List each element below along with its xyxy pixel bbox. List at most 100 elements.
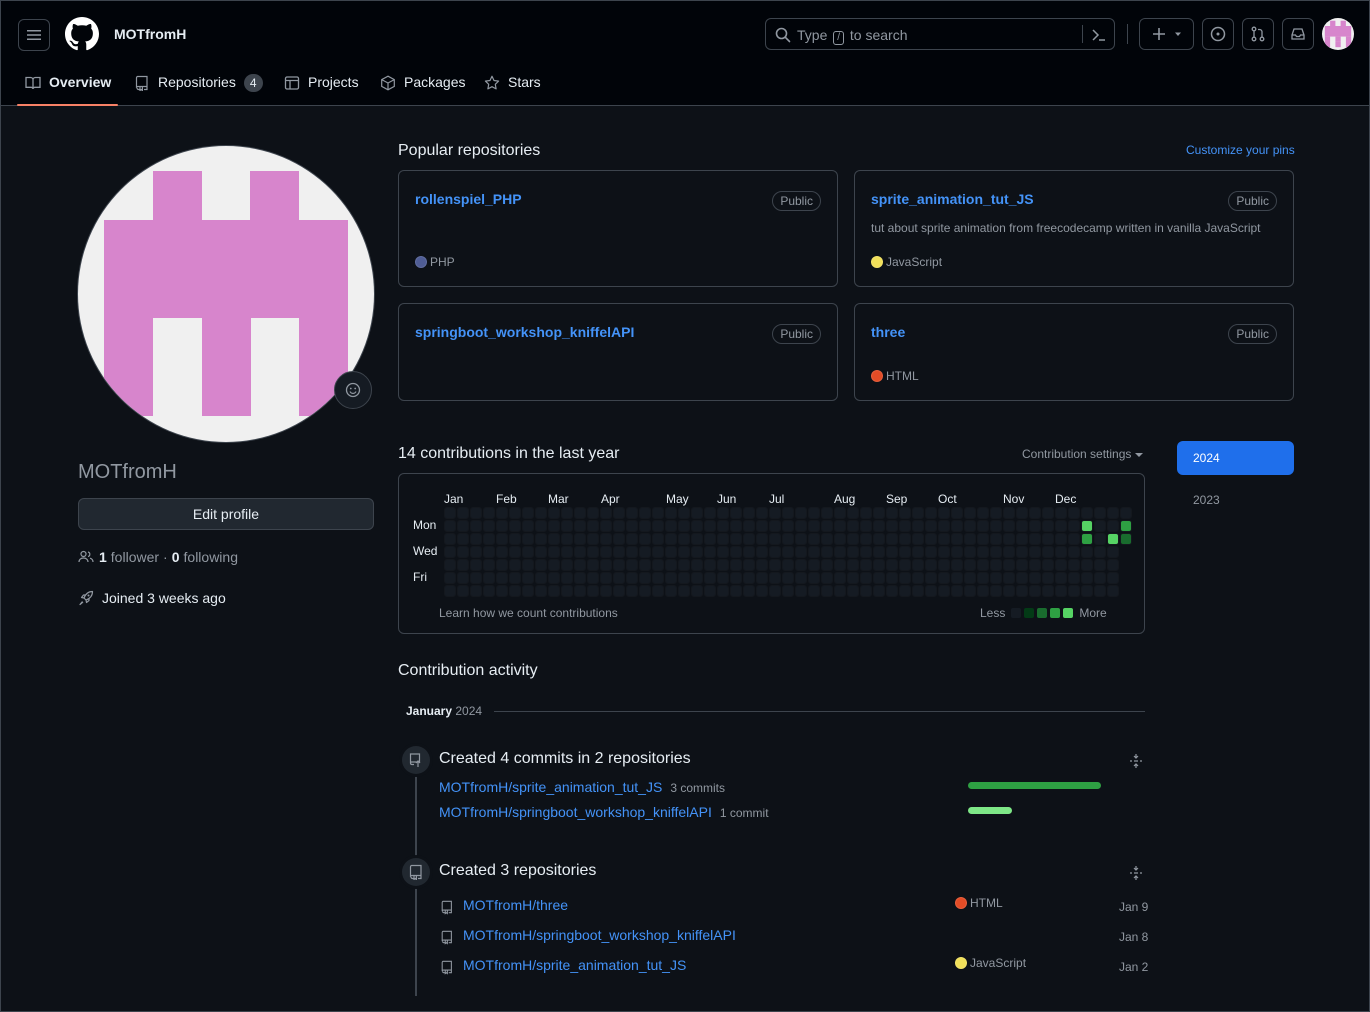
contribution-day-cell[interactable] [510, 534, 520, 544]
tab-packages[interactable]: Packages [380, 65, 465, 105]
contribution-day-cell[interactable] [1082, 508, 1092, 518]
contribution-day-cell[interactable] [978, 521, 988, 531]
contribution-day-cell[interactable] [939, 560, 949, 570]
contribution-day-cell[interactable] [1056, 508, 1066, 518]
contribution-day-cell[interactable] [1095, 573, 1105, 583]
contribution-day-cell[interactable] [445, 547, 455, 557]
contribution-day-cell[interactable] [1069, 521, 1079, 531]
contribution-day-cell[interactable] [536, 586, 546, 596]
contribution-day-cell[interactable] [497, 521, 507, 531]
contribution-day-cell[interactable] [549, 508, 559, 518]
created-repo-link[interactable]: MOTfromH/sprite_animation_tut_JS [463, 957, 686, 973]
contribution-day-cell[interactable] [705, 560, 715, 570]
contribution-day-cell[interactable] [783, 560, 793, 570]
contribution-day-cell[interactable] [666, 508, 676, 518]
contribution-day-cell[interactable] [887, 508, 897, 518]
contribution-day-cell[interactable] [718, 573, 728, 583]
contribution-day-cell[interactable] [705, 508, 715, 518]
contribution-day-cell[interactable] [1004, 534, 1014, 544]
issues-button[interactable] [1202, 18, 1234, 50]
contribution-day-cell[interactable] [991, 560, 1001, 570]
contribution-day-cell[interactable] [783, 508, 793, 518]
contribution-day-cell[interactable] [601, 586, 611, 596]
contribution-day-cell[interactable] [1043, 547, 1053, 557]
commit-count-link[interactable]: 3 commits [670, 781, 725, 795]
menu-button[interactable] [18, 19, 50, 51]
contribution-day-cell[interactable] [471, 508, 481, 518]
contribution-day-cell[interactable] [1056, 573, 1066, 583]
contribution-day-cell[interactable] [783, 586, 793, 596]
contribution-day-cell[interactable] [614, 534, 624, 544]
contribution-day-cell[interactable] [744, 573, 754, 583]
contribution-day-cell[interactable] [926, 534, 936, 544]
contribution-day-cell[interactable] [471, 586, 481, 596]
contribution-day-cell[interactable] [991, 534, 1001, 544]
contribution-day-cell[interactable] [952, 534, 962, 544]
contribution-day-cell[interactable] [640, 534, 650, 544]
contribution-day-cell[interactable] [458, 547, 468, 557]
contribution-day-cell[interactable] [744, 508, 754, 518]
contribution-day-cell[interactable] [575, 586, 585, 596]
contribution-day-cell[interactable] [640, 573, 650, 583]
contribution-day-cell[interactable] [757, 521, 767, 531]
contribution-day-cell[interactable] [1069, 547, 1079, 557]
contribution-day-cell[interactable] [978, 560, 988, 570]
contribution-day-cell[interactable] [1108, 573, 1118, 583]
contribution-day-cell[interactable] [770, 586, 780, 596]
contribution-day-cell[interactable] [523, 534, 533, 544]
contribution-day-cell[interactable] [1030, 547, 1040, 557]
contribution-day-cell[interactable] [601, 508, 611, 518]
contribution-day-cell[interactable] [1069, 534, 1079, 544]
contribution-day-cell[interactable] [874, 573, 884, 583]
contribution-day-cell[interactable] [809, 547, 819, 557]
contribution-day-cell[interactable] [523, 521, 533, 531]
contribution-day-cell[interactable] [575, 560, 585, 570]
pinned-repo-name[interactable]: rollenspiel_PHP [415, 191, 522, 207]
tab-overview[interactable]: Overview [17, 65, 118, 106]
contribution-day-cell[interactable] [1056, 534, 1066, 544]
contribution-day-cell[interactable] [549, 521, 559, 531]
contribution-day-cell[interactable] [1095, 586, 1105, 596]
set-status-button[interactable] [334, 371, 372, 409]
contribution-day-cell[interactable] [679, 586, 689, 596]
contribution-day-cell[interactable] [575, 534, 585, 544]
contribution-day-cell[interactable] [770, 573, 780, 583]
contribution-day-cell[interactable] [848, 586, 858, 596]
contribution-day-cell[interactable] [926, 547, 936, 557]
contribution-day-cell[interactable] [731, 560, 741, 570]
contribution-day-cell[interactable] [874, 586, 884, 596]
contribution-day-cell[interactable] [887, 521, 897, 531]
contribution-day-cell[interactable] [744, 586, 754, 596]
contribution-day-cell[interactable] [822, 534, 832, 544]
created-repo-link[interactable]: MOTfromH/springboot_workshop_kniffelAPI [463, 927, 736, 943]
contribution-day-cell[interactable] [1082, 521, 1092, 531]
contribution-day-cell[interactable] [692, 586, 702, 596]
contribution-day-cell[interactable] [939, 508, 949, 518]
contribution-day-cell[interactable] [978, 508, 988, 518]
commit-repo-link[interactable]: MOTfromH/springboot_workshop_kniffelAPI [439, 804, 712, 820]
contribution-day-cell[interactable] [653, 521, 663, 531]
contribution-day-cell[interactable] [588, 560, 598, 570]
contribution-day-cell[interactable] [809, 508, 819, 518]
contribution-day-cell[interactable] [679, 547, 689, 557]
search-input[interactable]: Type / to search [765, 18, 1115, 50]
contribution-day-cell[interactable] [575, 547, 585, 557]
contribution-day-cell[interactable] [523, 586, 533, 596]
contribution-day-cell[interactable] [653, 534, 663, 544]
contribution-day-cell[interactable] [510, 547, 520, 557]
contribution-day-cell[interactable] [484, 534, 494, 544]
contribution-day-cell[interactable] [887, 560, 897, 570]
contribution-day-cell[interactable] [497, 508, 507, 518]
contribution-day-cell[interactable] [796, 534, 806, 544]
header-username[interactable]: MOTfromH [114, 26, 186, 42]
contribution-day-cell[interactable] [705, 573, 715, 583]
contribution-day-cell[interactable] [770, 560, 780, 570]
contribution-day-cell[interactable] [1121, 521, 1131, 531]
contribution-day-cell[interactable] [679, 534, 689, 544]
contribution-day-cell[interactable] [965, 508, 975, 518]
contribution-day-cell[interactable] [848, 521, 858, 531]
contribution-day-cell[interactable] [666, 573, 676, 583]
contribution-day-cell[interactable] [900, 573, 910, 583]
contribution-day-cell[interactable] [835, 521, 845, 531]
user-avatar-small[interactable] [1322, 18, 1354, 50]
